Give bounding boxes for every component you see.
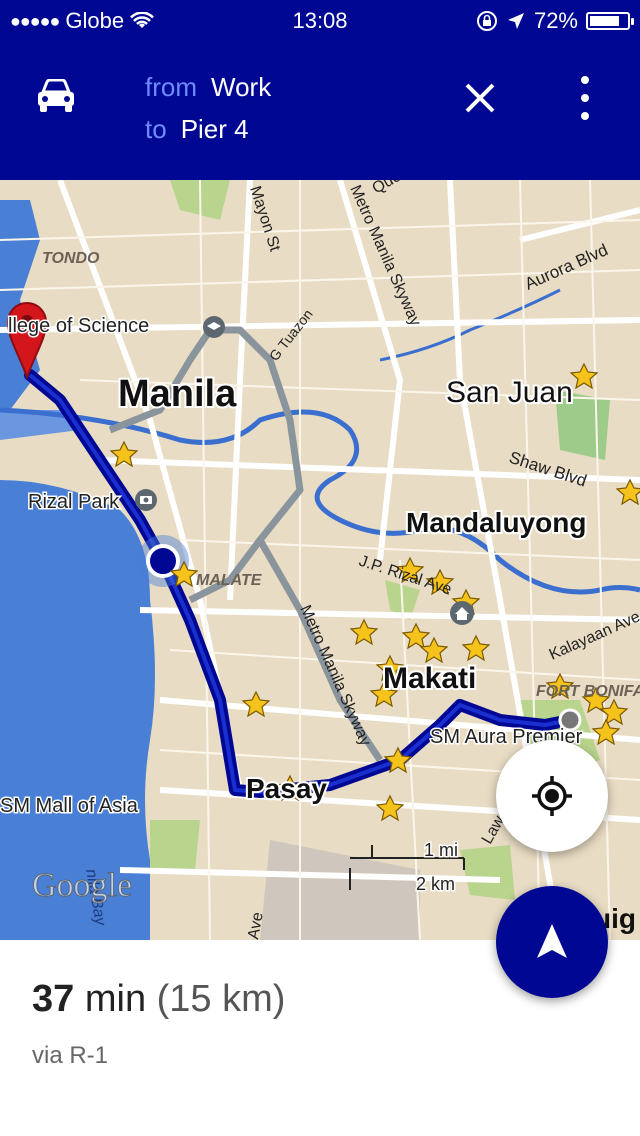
to-field[interactable]: to Pier 4 [145, 108, 271, 150]
to-label: to [145, 114, 167, 144]
map-label-san-juan: San Juan [446, 376, 573, 409]
camera-icon [135, 489, 157, 511]
school-icon [203, 316, 225, 338]
map-label-aurora: Aurora Blvd [522, 240, 611, 293]
map-label-fort: FORT BONIFA [536, 683, 640, 700]
airport-area [260, 840, 420, 940]
navigation-arrow-icon [537, 924, 567, 958]
status-bar: ●●●●● Globe 13:08 72% [0, 0, 640, 40]
eta-line: 37 min (15 km) [32, 978, 285, 1021]
directions-header: from Work to Pier 4 [0, 40, 640, 180]
more-vert-icon [581, 76, 589, 84]
to-value: Pier 4 [180, 114, 249, 144]
scale-km-label: 2 km [416, 874, 455, 894]
eta-minutes: 37 [32, 978, 75, 1020]
route-via: via R-1 [32, 1042, 109, 1069]
map-label-mayon: Mayon St [246, 184, 283, 254]
map-label-que: Que [370, 180, 405, 197]
from-field[interactable]: from Work [145, 66, 271, 108]
more-vert-icon-dot [581, 112, 589, 120]
start-navigation-button[interactable] [496, 886, 608, 998]
map-label-skyway-north: Metro Manila Skyway [346, 183, 423, 329]
location-arrow-icon [507, 13, 524, 29]
close-icon [465, 83, 495, 113]
my-location-icon [532, 776, 572, 816]
green-area [150, 820, 200, 870]
more-vert-icon-dot [581, 94, 589, 102]
route-distance: (15 km) [156, 978, 286, 1020]
map-label-manila: Manila [118, 373, 237, 415]
map-label-pasay: Pasay [246, 773, 327, 804]
battery-icon [586, 12, 634, 30]
map-label-tuazon: G Tuazon [266, 306, 316, 364]
map-label-rizal-park: Rizal Park [28, 491, 120, 513]
home-icon [450, 601, 474, 625]
map-label-sm-mall: SM Mall of Asia [0, 795, 139, 817]
map-label-tondo: TONDO [42, 250, 100, 267]
close-button[interactable] [460, 78, 500, 118]
car-icon [38, 79, 74, 112]
map-label-college: llege of Science [8, 315, 149, 337]
map-label-shaw: Shaw Blvd [507, 448, 589, 491]
from-value: Work [211, 72, 272, 102]
status-right: 72% [476, 8, 634, 34]
battery-percent: 72% [533, 8, 578, 33]
green-area [460, 845, 515, 900]
orientation-lock-icon [476, 11, 497, 31]
map-label-makati: Makati [383, 662, 476, 695]
map-label-mandaluyong: Mandaluyong [406, 507, 586, 538]
more-options-button[interactable] [570, 76, 600, 120]
scale-mi-label: 1 mi [424, 840, 458, 860]
map-label-malate: MALATE [196, 572, 263, 589]
route-fields: from Work to Pier 4 [145, 66, 271, 150]
my-location-button[interactable] [496, 740, 608, 852]
google-watermark: Google [32, 867, 132, 904]
from-label: from [145, 72, 197, 102]
travel-mode-button[interactable] [30, 70, 82, 122]
eta-unit: min [84, 978, 147, 1020]
